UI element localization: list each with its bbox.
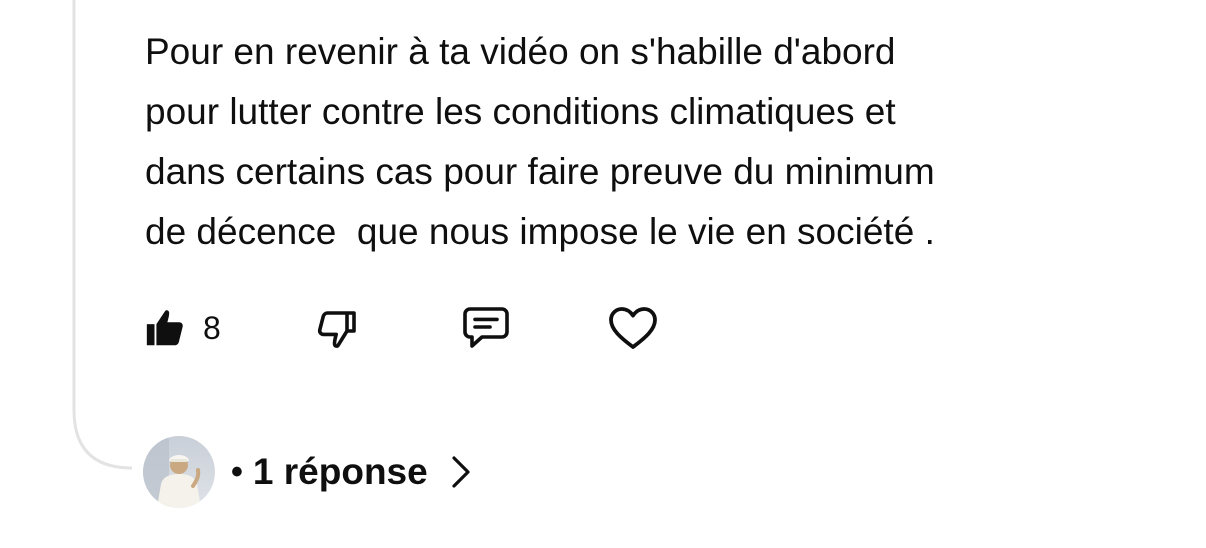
thumbs-up-icon	[143, 305, 189, 351]
like-button[interactable]: 8	[143, 304, 221, 352]
separator-dot: •	[231, 452, 243, 491]
reply-count-label: 1 réponse	[252, 451, 428, 492]
like-count: 8	[203, 309, 221, 346]
avatar[interactable]	[143, 436, 215, 508]
view-replies-button[interactable]: • 1 réponse	[143, 436, 472, 508]
comment-bubble-icon	[460, 303, 512, 353]
dislike-button[interactable]	[313, 304, 361, 352]
thumbs-down-icon	[313, 304, 361, 352]
reply-button[interactable]	[460, 304, 512, 352]
heart-button[interactable]	[607, 304, 659, 352]
heart-icon	[607, 304, 659, 352]
chevron-right-icon	[450, 455, 472, 489]
